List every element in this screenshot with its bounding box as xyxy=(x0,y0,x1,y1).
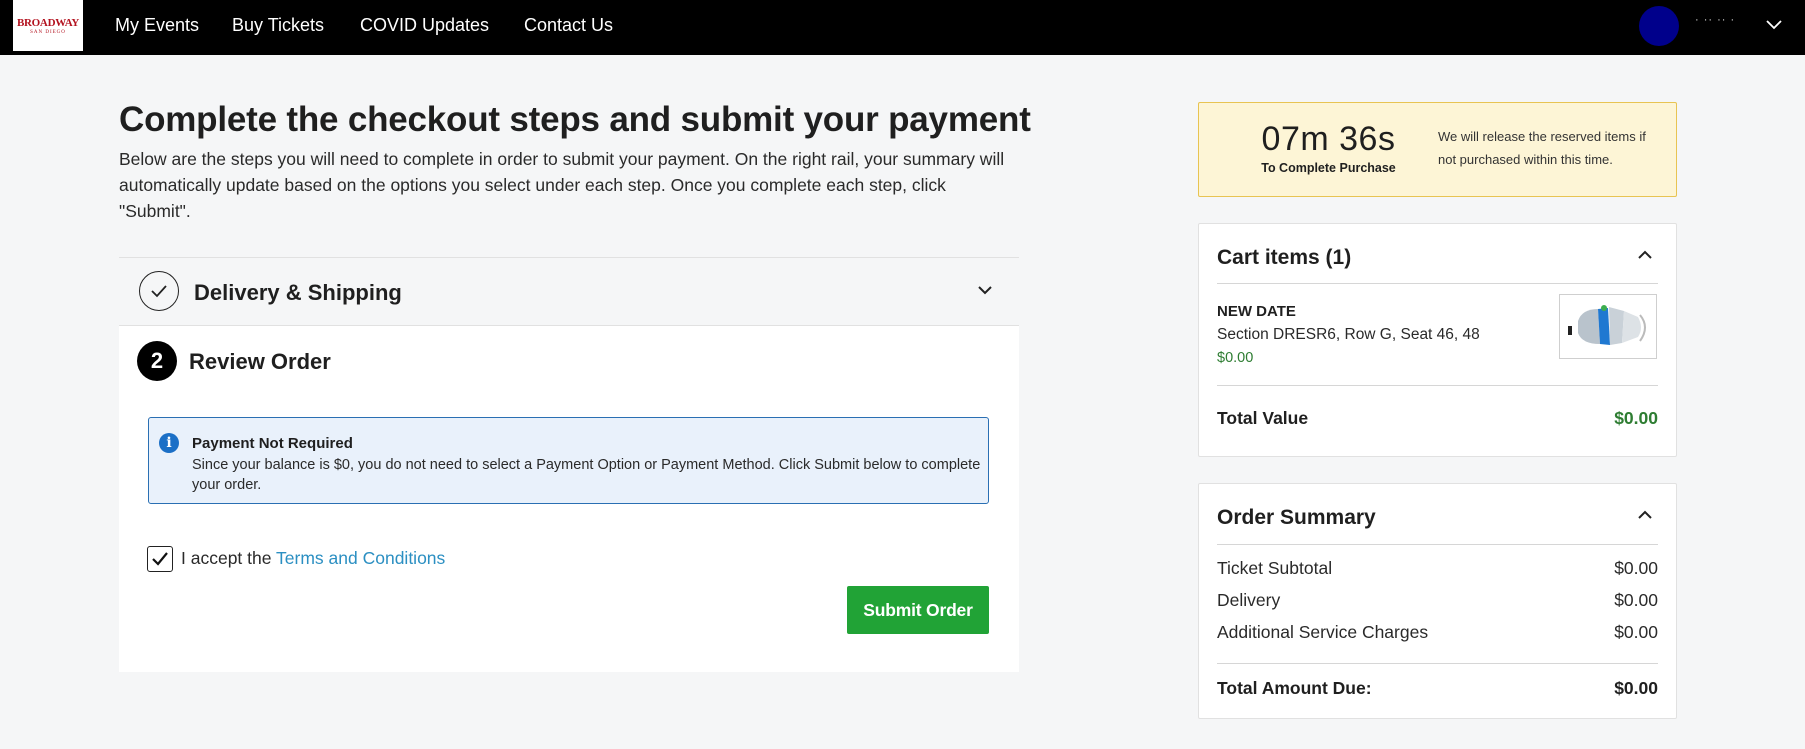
order-summary-card: Order Summary Ticket Subtotal $0.00 Deli… xyxy=(1198,483,1677,719)
cart-items-card: Cart items (1) NEW DATE Section DRESR6, … xyxy=(1198,223,1677,457)
divider xyxy=(1217,663,1658,664)
cart-item-name: NEW DATE xyxy=(1217,303,1296,320)
cart-total-label: Total Value xyxy=(1217,408,1309,428)
summary-row-label: Ticket Subtotal xyxy=(1217,558,1333,578)
seat-map-thumbnail[interactable] xyxy=(1559,294,1657,359)
check-icon xyxy=(152,552,168,566)
step2-title: Review Order xyxy=(189,349,331,374)
summary-row-value: $0.00 xyxy=(1614,590,1658,610)
nav-link-buy-tickets[interactable]: Buy Tickets xyxy=(232,15,324,36)
chevron-down-icon[interactable] xyxy=(976,281,994,299)
terms-checkbox[interactable] xyxy=(147,546,173,572)
step-complete-check-icon xyxy=(139,271,179,311)
summary-row-service-charges: Additional Service Charges $0.00 xyxy=(1217,622,1658,643)
cart-item-price: $0.00 xyxy=(1217,350,1254,366)
cart-item-seat: Section DRESR6, Row G, Seat 46, 48 xyxy=(1217,326,1480,343)
logo-subtitle: SAN DIEGO xyxy=(30,29,66,35)
alert-title: Payment Not Required xyxy=(192,435,353,452)
step1-title: Delivery & Shipping xyxy=(194,280,402,305)
logo-wordmark: BROADWAY xyxy=(17,16,79,29)
reservation-timer: 07m 36s To Complete Purchase We will rel… xyxy=(1198,102,1677,197)
checkout-steps-panel: Delivery & Shipping 2 Review Order i Pay… xyxy=(119,257,1019,672)
summary-title: Order Summary xyxy=(1217,506,1376,529)
timer-countdown: 07m 36s xyxy=(1261,120,1396,158)
chevron-up-icon[interactable] xyxy=(1636,506,1654,524)
page-intro: Below are the steps you will need to com… xyxy=(119,149,1005,221)
divider xyxy=(1217,544,1658,545)
step2-number-badge: 2 xyxy=(137,341,177,381)
submit-order-button[interactable]: Submit Order xyxy=(847,586,989,634)
user-name[interactable]: · ·· ·· · xyxy=(1695,14,1735,26)
divider xyxy=(1217,283,1658,284)
summary-total-row: Total Amount Due: $0.00 xyxy=(1217,678,1658,699)
summary-row-label: Delivery xyxy=(1217,590,1281,610)
summary-row-ticket-subtotal: Ticket Subtotal $0.00 xyxy=(1217,558,1658,579)
payment-not-required-alert: i Payment Not Required Since your balanc… xyxy=(148,417,989,504)
summary-row-value: $0.00 xyxy=(1614,622,1658,642)
top-nav: BROADWAY SAN DIEGO My Events Buy Tickets… xyxy=(0,0,1805,55)
nav-link-contact-us[interactable]: Contact Us xyxy=(524,15,613,36)
summary-row-delivery: Delivery $0.00 xyxy=(1217,590,1658,611)
alert-text: Since your balance is $0, you do not nee… xyxy=(192,457,981,493)
terms-and-conditions-link[interactable]: Terms and Conditions xyxy=(276,548,445,568)
summary-total-label: Total Amount Due: xyxy=(1217,678,1372,698)
chevron-up-icon[interactable] xyxy=(1636,246,1654,264)
terms-label: I accept the Terms and Conditions xyxy=(181,548,445,569)
summary-row-label: Additional Service Charges xyxy=(1217,622,1429,642)
user-menu-chevron-down-icon[interactable] xyxy=(1764,16,1784,34)
divider xyxy=(1217,385,1658,386)
nav-link-covid-updates[interactable]: COVID Updates xyxy=(360,15,489,36)
summary-total-value: $0.00 xyxy=(1614,678,1658,698)
nav-link-my-events[interactable]: My Events xyxy=(115,15,199,36)
timer-label: To Complete Purchase xyxy=(1261,161,1396,175)
cart-title: Cart items (1) xyxy=(1217,246,1352,269)
terms-prefix: I accept the xyxy=(181,548,277,568)
broadway-logo[interactable]: BROADWAY SAN DIEGO xyxy=(13,0,83,51)
step-delivery-shipping[interactable]: Delivery & Shipping xyxy=(119,258,1019,326)
page-title: Complete the checkout steps and submit y… xyxy=(119,100,1031,139)
cart-total-value: $0.00 xyxy=(1614,408,1658,428)
summary-row-value: $0.00 xyxy=(1614,558,1658,578)
info-icon: i xyxy=(159,433,179,453)
timer-note: We will release the reserved items if no… xyxy=(1438,129,1646,167)
user-avatar[interactable] xyxy=(1639,6,1679,46)
